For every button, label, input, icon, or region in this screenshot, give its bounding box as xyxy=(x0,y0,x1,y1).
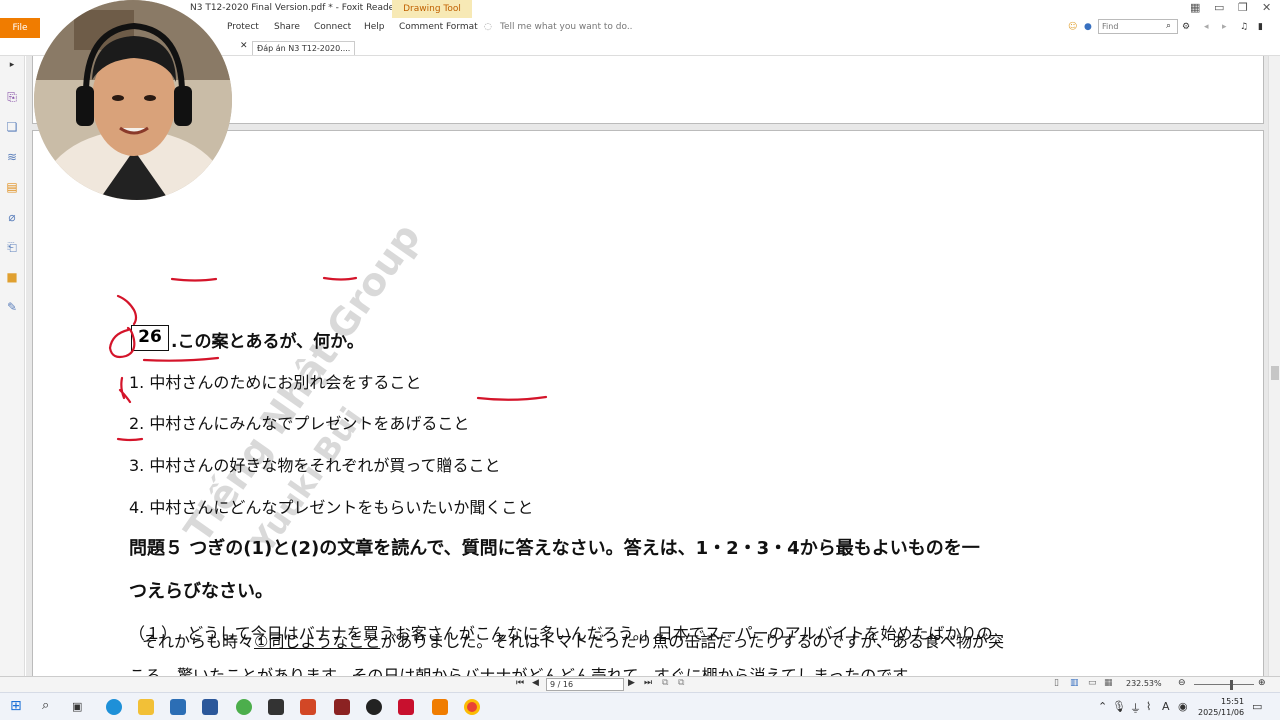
menu-comment-format[interactable]: Comment Format xyxy=(399,22,478,32)
zoom-in-icon[interactable]: ⊕ xyxy=(1258,678,1266,688)
window-title: N3 T12-2020 Final Version.pdf * - Foxit … xyxy=(190,3,398,13)
pages-panel-icon[interactable]: ❏ xyxy=(5,120,19,134)
zoom-out-icon[interactable]: ⊖ xyxy=(1178,678,1186,688)
last-page-icon[interactable]: ⏭ xyxy=(644,678,652,688)
volume-icon[interactable]: ⏚ xyxy=(1130,700,1141,716)
powerpoint-app-icon[interactable] xyxy=(300,699,316,715)
edge-app-icon[interactable] xyxy=(106,699,122,715)
option-1-cross-mark xyxy=(116,294,138,326)
tools-icon[interactable]: ✎ xyxy=(5,300,19,314)
search-icon[interactable]: ⌕ xyxy=(1166,21,1171,31)
vertical-scrollbar[interactable] xyxy=(1268,56,1280,676)
menu-help[interactable]: Help xyxy=(364,22,385,32)
underline-okuru-koto xyxy=(476,395,548,401)
title-bar: N3 T12-2020 Final Version.pdf * - Foxit … xyxy=(0,0,1280,18)
microphone-icon[interactable]: 🎙 xyxy=(1112,700,1126,713)
security-icon[interactable]: ◉ xyxy=(1178,700,1188,713)
view-prev-icon[interactable]: ⧉ xyxy=(662,678,668,688)
zoom-level[interactable]: 232.53% xyxy=(1126,679,1162,688)
attachments-icon[interactable]: ⌀ xyxy=(5,210,19,224)
clock-date: 2025/11/06 xyxy=(1198,708,1245,717)
underline-nanika xyxy=(322,276,358,281)
language-icon[interactable]: A xyxy=(1162,700,1170,713)
menu-share[interactable]: Share xyxy=(274,22,300,32)
system-clock[interactable]: 15:51 2025/11/06 xyxy=(1198,696,1244,718)
foxit-app-icon[interactable] xyxy=(432,699,448,715)
winrar-app-icon[interactable] xyxy=(334,699,350,715)
comments-panel-icon[interactable]: ▤ xyxy=(5,180,19,194)
back-icon[interactable]: ◂ xyxy=(1204,22,1209,32)
underline-kono-an xyxy=(170,277,218,282)
first-page-icon[interactable]: ⏮ xyxy=(516,678,524,688)
option-2-circle xyxy=(108,326,136,359)
presenter-video-image xyxy=(34,0,232,200)
tell-me-box[interactable]: Tell me what you want to do.. xyxy=(500,22,633,32)
notification-icon[interactable]: ♫ xyxy=(1240,22,1248,32)
pen-icon[interactable]: ⌇ xyxy=(1146,700,1151,713)
red-app-icon[interactable] xyxy=(398,699,414,715)
file-explorer-app-icon[interactable] xyxy=(138,699,154,715)
zoom-slider-thumb[interactable] xyxy=(1230,680,1233,690)
close-window-icon[interactable]: ✕ xyxy=(1262,1,1271,14)
tray-overflow-icon[interactable]: ⌃ xyxy=(1098,700,1107,713)
notification-center-icon[interactable]: ▭ xyxy=(1252,700,1262,713)
menu-protect[interactable]: Protect xyxy=(227,22,259,32)
feedback-icon[interactable]: ☺ xyxy=(1068,22,1077,32)
forward-icon[interactable]: ▸ xyxy=(1222,22,1227,32)
clock-time: 15:51 xyxy=(1221,697,1245,706)
restore-icon[interactable]: ❐ xyxy=(1238,1,1248,14)
bookmark-panel-icon[interactable]: ⎘ xyxy=(5,90,19,104)
lock-icon[interactable]: ■ xyxy=(5,270,19,284)
lightbulb-icon: ◌ xyxy=(484,22,492,32)
left-panel-toolbar: ▸ ⎘ ❏ ≋ ▤ ⌀ ⎗ ■ ✎ xyxy=(0,56,25,676)
windows-taskbar: ⊞ ⌕ ▣ ⌃ 🎙 ⏚ ⌇ A ◉ 15:51 2025/11/06 ▭ xyxy=(0,692,1280,720)
next-page-icon[interactable]: ▶ xyxy=(628,678,635,688)
green-app-icon[interactable] xyxy=(236,699,252,715)
gear-icon[interactable]: ⚙ xyxy=(1182,22,1190,32)
drawing-tool-context-tab[interactable]: Drawing Tool xyxy=(392,0,472,18)
task-view-icon[interactable]: ▣ xyxy=(72,700,82,713)
option-3-cross-mark xyxy=(118,376,132,404)
search-taskbar-icon[interactable]: ⌕ xyxy=(42,698,49,713)
prev-page-icon[interactable]: ◀ xyxy=(532,678,539,688)
layers-panel-icon[interactable]: ≋ xyxy=(5,150,19,164)
windows-start-icon[interactable]: ⊞ xyxy=(10,698,22,714)
status-bar: ⏮ ◀ 9 / 16 ▶ ⏭ ⧉ ⧉ ▯ ▥ ▭ ▦ 232.53% ⊖ ⊕ xyxy=(0,676,1280,692)
red-pen-annotations xyxy=(108,276,548,442)
scrollbar-thumb[interactable] xyxy=(1271,366,1279,380)
bookmark-icon[interactable]: ▮ xyxy=(1258,22,1263,32)
chrome-app-icon[interactable] xyxy=(464,699,480,715)
zoom-slider[interactable] xyxy=(1194,684,1254,685)
option-4-underline xyxy=(116,437,144,442)
expand-panel-icon[interactable]: ▸ xyxy=(5,58,19,72)
signature-panel-icon[interactable]: ⎗ xyxy=(5,240,19,254)
obs-app-icon[interactable] xyxy=(366,699,382,715)
underline-nakamura-san xyxy=(142,356,220,362)
menu-connect[interactable]: Connect xyxy=(314,22,351,32)
facing-view-icon[interactable]: ▭ xyxy=(1088,678,1097,688)
single-page-view-icon[interactable]: ▯ xyxy=(1054,678,1059,688)
tab-dap-an[interactable]: Đáp án N3 T12-2020.... xyxy=(252,41,356,55)
continuous-view-icon[interactable]: ▥ xyxy=(1070,678,1079,688)
minimize-icon[interactable]: ▭ xyxy=(1214,1,1224,14)
view-next-icon[interactable]: ⧉ xyxy=(678,678,684,688)
word-app-icon[interactable] xyxy=(202,699,218,715)
sign-in-icon[interactable]: ● xyxy=(1084,22,1092,32)
store-app-icon[interactable] xyxy=(170,699,186,715)
page-number-input[interactable]: 9 / 16 xyxy=(546,678,624,691)
ribbon-options-icon[interactable]: ▦ xyxy=(1190,1,1200,14)
capcut-app-icon[interactable] xyxy=(268,699,284,715)
webcam-overlay xyxy=(34,0,232,200)
file-menu-button[interactable]: File xyxy=(0,18,40,38)
close-tab-icon[interactable]: ✕ xyxy=(240,41,248,51)
continuous-facing-view-icon[interactable]: ▦ xyxy=(1104,678,1113,688)
